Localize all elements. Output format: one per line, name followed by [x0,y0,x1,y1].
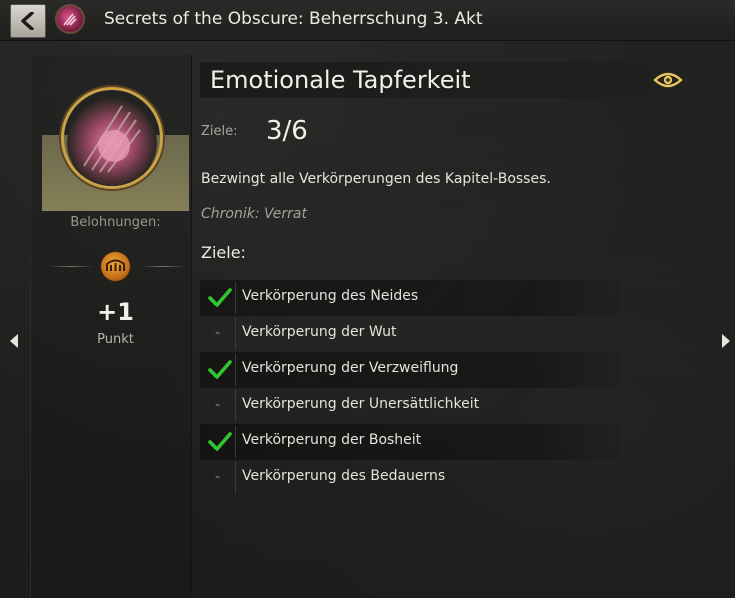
objective-row: Verkörperung der Verzweiflung [200,352,620,388]
objective-label: Verkörperung des Bedauerns [242,468,446,484]
achievement-description: Bezwingt alle Verkörperungen des Kapitel… [201,171,551,187]
pending-dash: - [215,325,221,341]
objective-separator [235,354,236,386]
reward-points-value: +1 [97,298,134,326]
pending-dash: - [215,469,221,485]
header-bar: Secrets of the Obscure: Beherrschung 3. … [0,0,735,41]
achievement-category: Chronik: Verrat [201,206,307,222]
objective-separator [235,462,236,494]
eye-icon[interactable] [653,70,683,90]
achievement-category-icon [55,4,85,34]
checkmark-icon [200,352,235,388]
achievement-title: Emotionale Tapferkeit [210,66,471,94]
objective-row: Verkörperung des Neides [200,280,620,316]
divider-left [48,266,94,267]
back-button[interactable] [10,4,46,38]
objective-separator [235,426,236,458]
pending-marker: - [200,316,235,352]
page-title: Secrets of the Obscure: Beherrschung 3. … [104,9,483,29]
objective-separator [235,318,236,350]
checkmark-icon [200,280,235,316]
next-page-icon[interactable] [720,333,732,349]
rewards-label: Belohnungen: [70,215,161,230]
objective-row: - Verkörperung der Unersättlichkeit [200,388,620,424]
objective-row: - Verkörperung der Wut [200,316,620,352]
achievement-point-icon [101,252,130,281]
reward-points-label: Punkt [97,332,134,347]
goal-label: Ziele: [201,124,238,139]
goal-progress: 3/6 [266,116,308,146]
chevron-left-icon [21,12,34,30]
objective-row: - Verkörperung des Bedauerns [200,460,620,496]
objective-separator [235,282,236,314]
checkmark-icon [200,424,235,460]
objective-label: Verkörperung des Neides [242,288,419,304]
achievement-emblem-icon [64,90,160,186]
objectives-heading: Ziele: [201,243,246,262]
objective-label: Verkörperung der Wut [242,324,397,340]
objective-row: Verkörperung der Bosheit [200,424,620,460]
objective-label: Verkörperung der Bosheit [242,432,422,448]
objectives-list: Verkörperung des Neides - Verkörperung der… [200,280,620,496]
pending-marker: - [200,460,235,496]
pending-marker: - [200,388,235,424]
previous-page-icon[interactable] [8,333,20,349]
objective-label: Verkörperung der Unersättlichkeit [242,396,480,412]
divider-right [140,266,186,267]
pending-dash: - [215,397,221,413]
objective-separator [235,390,236,422]
objective-label: Verkörperung der Verzweiflung [242,360,459,376]
